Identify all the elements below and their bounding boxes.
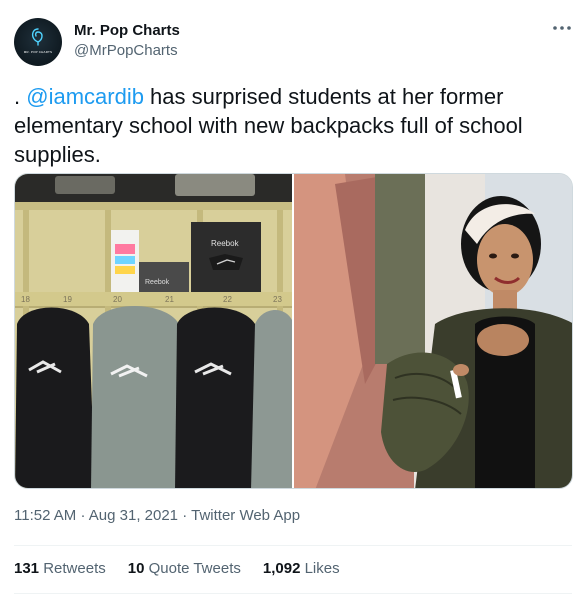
display-name[interactable]: Mr. Pop Charts: [74, 22, 180, 39]
avatar-logo-icon: [31, 28, 43, 46]
more-horizontal-icon: [553, 26, 571, 30]
hook-number-4: 21: [165, 295, 174, 304]
more-options-button[interactable]: [550, 18, 574, 38]
hook-number-1: 18: [21, 295, 30, 304]
avatar-label: MR. POP CHARTS: [23, 50, 53, 54]
retweets-label: Retweets: [43, 560, 106, 577]
mention-link[interactable]: @iamcardib: [26, 84, 144, 109]
divider: [14, 593, 572, 594]
likes-count: 1,092: [262, 560, 301, 577]
tweet-text: . @iamcardib has surprised students at h…: [14, 82, 574, 169]
timestamp-separator-1: ·: [80, 507, 89, 524]
tweet-timestamp: 11:52 AM · Aug 31, 2021 · Twitter Web Ap…: [14, 507, 300, 524]
retweets-stat[interactable]: 131 Retweets: [14, 560, 106, 577]
hook-number-2: 19: [63, 295, 72, 304]
quote-tweets-count: 10: [127, 560, 145, 577]
tweet-header: MR. POP CHARTS Mr. Pop Charts @MrPopChar…: [14, 18, 574, 70]
media-photos: Reebok Reebok 18 19 20 21 22 23: [15, 174, 573, 489]
avatar[interactable]: MR. POP CHARTS: [14, 18, 62, 66]
timestamp-separator-2: ·: [182, 507, 192, 524]
tweet-date[interactable]: Aug 31, 2021: [89, 507, 178, 524]
quote-tweets-label: Quote Tweets: [148, 560, 241, 577]
tweet-prefix: .: [14, 84, 27, 109]
likes-label: Likes: [304, 560, 340, 577]
left-photo-backpacks[interactable]: Reebok Reebok 18 19 20 21 22 23: [15, 174, 292, 489]
hook-number-5: 22: [223, 295, 232, 304]
tweet-card: MR. POP CHARTS Mr. Pop Charts @MrPopChar…: [0, 0, 586, 600]
hook-number-6: 23: [273, 295, 282, 304]
user-handle[interactable]: @MrPopCharts: [74, 42, 178, 59]
tweet-source[interactable]: Twitter Web App: [191, 507, 300, 524]
right-photo-person[interactable]: [294, 174, 573, 489]
likes-stat[interactable]: 1,092 Likes: [263, 560, 340, 577]
retweets-count: 131: [14, 560, 40, 577]
brand-box-label: Reebok: [211, 239, 240, 248]
hook-number-3: 20: [113, 295, 122, 304]
quote-tweets-stat[interactable]: 10 Quote Tweets: [128, 560, 241, 577]
tweet-time[interactable]: 11:52 AM: [14, 507, 76, 524]
divider: [14, 545, 572, 546]
tweet-stats: 131 Retweets 10 Quote Tweets 1,092 Likes: [14, 560, 340, 577]
media-grid[interactable]: Reebok Reebok 18 19 20 21 22 23: [14, 173, 573, 489]
brand-box-small-label: Reebok: [145, 279, 170, 286]
